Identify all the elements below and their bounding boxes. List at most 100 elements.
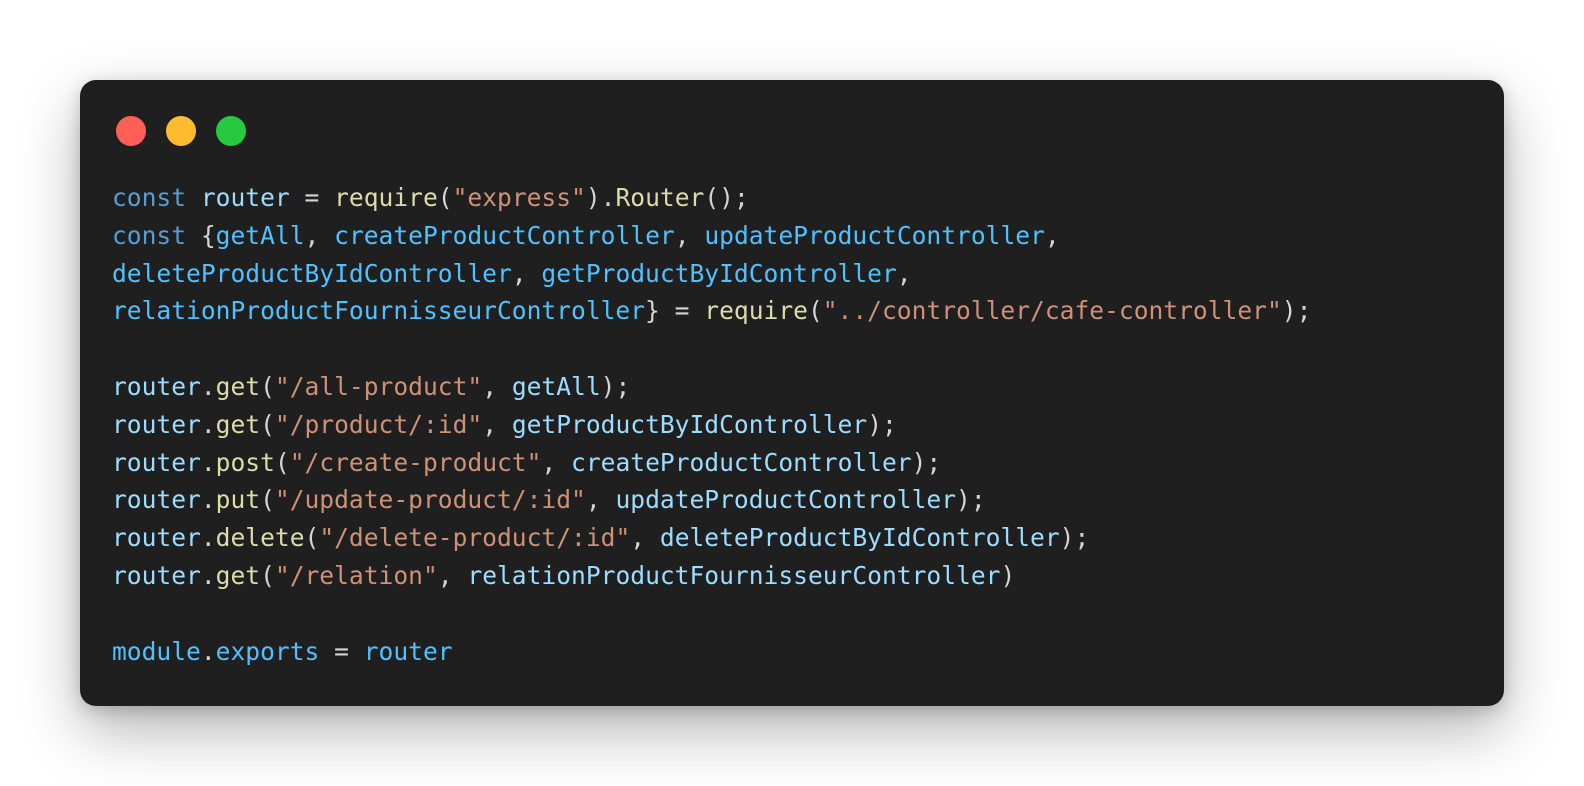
code-token-constant: router <box>363 636 453 666</box>
code-token-string: "/all-product" <box>274 371 483 401</box>
code-token-string: "/create-product" <box>289 447 542 477</box>
code-token-constant: relationProductFournisseurController <box>112 296 646 326</box>
code-line: relationProductFournisseurController} = … <box>112 292 1311 330</box>
code-token-plain: ) <box>1000 560 1016 590</box>
code-token-string: "express" <box>452 183 586 212</box>
code-token-plain: . <box>200 447 216 477</box>
maximize-icon[interactable] <box>216 116 246 146</box>
code-token-string: "/relation" <box>274 560 438 590</box>
code-token-plain: ); <box>911 447 942 477</box>
code-token-plain: , <box>437 560 468 590</box>
code-token-function: delete <box>215 523 305 553</box>
code-token-function: require <box>334 183 438 212</box>
code-token-function: post <box>215 447 275 477</box>
code-token-plain: , <box>1044 220 1060 250</box>
code-token-plain: . <box>200 409 216 439</box>
code-token-function: Router <box>615 183 705 212</box>
code-token-plain: , <box>630 523 660 553</box>
code-token-constant: updateProductController <box>704 220 1045 250</box>
code-token-plain: (); <box>704 183 749 212</box>
code-token-variable: createProductController <box>571 447 912 477</box>
code-line: module.exports = router <box>112 633 1311 671</box>
code-token-plain: = <box>289 183 335 212</box>
code-token-string: "/product/:id" <box>274 409 483 439</box>
code-line: const router = require("express").Router… <box>112 179 1311 217</box>
code-line: router.delete("/delete-product/:id", del… <box>112 519 1311 557</box>
code-token-variable: router <box>112 371 201 401</box>
code-token-plain: . <box>200 636 216 666</box>
code-token-plain: } = <box>645 296 705 326</box>
code-line: router.post("/create-product", createPro… <box>112 444 1311 482</box>
code-token-constant: deleteProductByIdController <box>112 258 512 288</box>
code-window: const router = require("express").Router… <box>80 80 1504 706</box>
code-token-variable: router <box>112 409 201 439</box>
code-token-plain: . <box>200 523 216 553</box>
code-line: router.get("/all-product", getAll); <box>112 368 1311 406</box>
code-token-plain: , <box>304 220 335 250</box>
code-token-plain: ); <box>1059 523 1090 553</box>
code-token-plain: ( <box>437 183 453 212</box>
code-token-plain: ); <box>600 371 631 401</box>
code-token-string: "../controller/cafe-controller" <box>822 296 1282 326</box>
code-token-variable: router <box>112 523 201 553</box>
code-token-plain: { <box>186 220 216 250</box>
code-token-plain: , <box>674 220 705 250</box>
code-token-variable: deleteProductByIdController <box>659 523 1060 553</box>
code-token-keyword: const <box>112 183 187 212</box>
code-token-function: get <box>215 409 261 439</box>
code-line: router.get("/product/:id", getProductByI… <box>112 406 1311 444</box>
code-token-plain: ); <box>1281 296 1312 326</box>
code-token-variable: router <box>200 183 290 212</box>
code-token-constant: createProductController <box>334 220 675 250</box>
code-token-plain: . <box>200 371 216 401</box>
code-line: router.get("/relation", relationProductF… <box>112 557 1311 595</box>
code-token-plain: , <box>585 485 616 515</box>
code-token-constant: getAll <box>215 220 305 250</box>
code-line: deleteProductByIdController, getProductB… <box>112 255 1311 293</box>
code-token-variable: getProductByIdController <box>511 409 868 439</box>
code-token-plain: ( <box>260 485 275 515</box>
code-token-variable: updateProductController <box>615 485 957 515</box>
close-icon[interactable] <box>116 116 146 146</box>
code-token-plain: ( <box>260 409 275 439</box>
code-token-plain: . <box>200 560 216 590</box>
code-token-variable: relationProductFournisseurController <box>467 560 1001 590</box>
code-token-variable: router <box>112 560 201 590</box>
code-token-variable: router <box>112 485 201 515</box>
code-token-plain: ( <box>260 560 275 590</box>
code-token-plain: ( <box>304 523 320 553</box>
code-block: const router = require("express").Router… <box>112 179 1311 670</box>
code-token-function: get <box>215 371 261 401</box>
code-token-keyword: const <box>112 220 187 250</box>
code-token-plain: = <box>319 636 364 666</box>
code-token-plain: ); <box>956 485 986 515</box>
code-token-variable: router <box>112 447 201 477</box>
code-token-constant: getProductByIdController <box>541 258 897 288</box>
code-token-constant: exports <box>215 636 320 666</box>
code-token-string: "/update-product/:id" <box>274 485 586 515</box>
code-token-constant: module <box>112 636 201 666</box>
code-token-plain: , <box>896 258 912 288</box>
code-token-plain: . <box>200 485 216 515</box>
code-token-plain: ( <box>274 447 290 477</box>
code-token-function: get <box>215 560 261 590</box>
code-line: const {getAll, createProductController, … <box>112 217 1311 255</box>
code-token-plain: , <box>511 258 542 288</box>
code-token-function: require <box>704 296 808 326</box>
code-token-plain: ( <box>807 296 823 326</box>
code-token-string: "/delete-product/:id" <box>319 523 631 553</box>
code-token-plain: , <box>541 447 572 477</box>
code-token-plain: , <box>482 371 512 401</box>
code-token-plain: ( <box>260 371 275 401</box>
window-controls <box>116 116 246 146</box>
code-token-plain: ); <box>867 409 897 439</box>
code-token-function: put <box>215 485 261 515</box>
code-token-plain: ). <box>585 183 616 212</box>
code-token-plain: , <box>482 409 512 439</box>
code-token-variable: getAll <box>511 371 601 401</box>
minimize-icon[interactable] <box>166 116 196 146</box>
code-line: router.put("/update-product/:id", update… <box>112 481 1311 519</box>
